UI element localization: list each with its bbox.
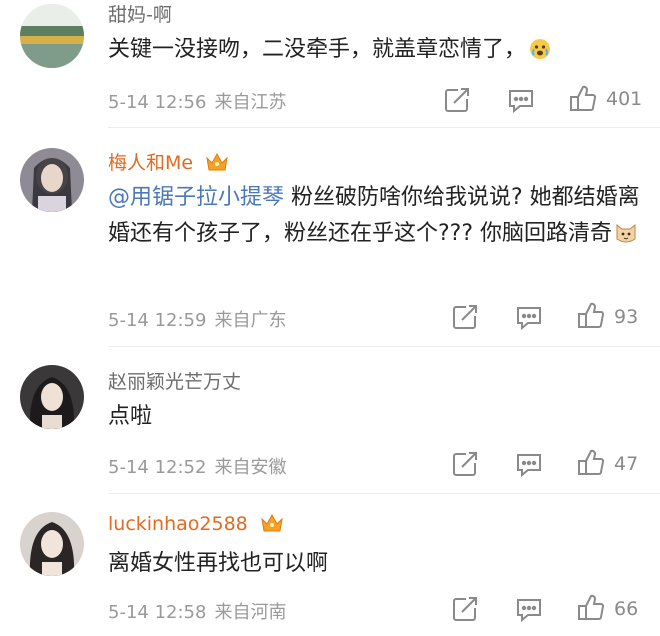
username-text[interactable]: 甜妈-啊 xyxy=(108,4,172,26)
comment-text: @用锯子拉小提琴 粉丝破防啥你给我说说? 她都结婚离婚还有个孩子了，粉丝还在乎这… xyxy=(108,180,648,257)
comment-location: 来自安徽 xyxy=(214,457,287,478)
reply-icon[interactable] xyxy=(506,85,536,115)
username-text[interactable]: 赵丽颖光芒万丈 xyxy=(108,371,241,393)
comment-item: 赵丽颖光芒万丈 点啦 5-14 12:52 来自安徽 47 xyxy=(0,347,660,494)
comment-text: 关键一没接吻，二没牵手，就盖章恋情了， xyxy=(108,32,648,73)
comment-date: 5-14 12:59 xyxy=(108,310,207,331)
comment-text-content: 离婚女性再找也可以啊 xyxy=(108,551,329,576)
like-icon[interactable] xyxy=(568,84,598,114)
comment-item: 梅人和Me @用锯子拉小提琴 粉丝破防啥你给我说说? 她都结婚离婚还有个孩子了，… xyxy=(0,128,660,347)
cat-face-emoji-icon xyxy=(614,221,638,257)
vip-crown-icon xyxy=(260,512,284,539)
like-icon[interactable] xyxy=(576,301,606,331)
comment-meta: 5-14 12:56 来自江苏 xyxy=(108,88,286,114)
like-count: 47 xyxy=(614,453,639,475)
avatar[interactable] xyxy=(20,512,84,576)
reply-icon[interactable] xyxy=(514,594,544,624)
comment-meta: 5-14 12:59 来自广东 xyxy=(108,306,286,332)
mention-link[interactable]: @用锯子拉小提琴 xyxy=(108,185,284,210)
comment-date: 5-14 12:52 xyxy=(108,457,207,478)
reply-icon[interactable] xyxy=(514,449,544,479)
avatar[interactable] xyxy=(20,148,84,212)
comment-text: 点啦 xyxy=(108,399,648,435)
like-icon[interactable] xyxy=(576,448,606,478)
comment-location: 来自江苏 xyxy=(214,92,287,113)
comment-text-content: 关键一没接吻，二没牵手，就盖章恋情了， xyxy=(108,37,527,62)
comment-date: 5-14 12:58 xyxy=(108,602,207,623)
comment-meta: 5-14 12:58 来自河南 xyxy=(108,598,286,624)
avatar[interactable] xyxy=(20,4,84,68)
comment-username[interactable]: 梅人和Me xyxy=(108,148,229,178)
comment-text: 离婚女性再找也可以啊 xyxy=(108,546,648,582)
comment-location: 来自广东 xyxy=(214,310,287,331)
like-icon[interactable] xyxy=(576,593,606,623)
username-text[interactable]: 梅人和Me xyxy=(108,152,193,174)
username-text[interactable]: luckinhao2588 xyxy=(108,513,248,535)
like-count: 93 xyxy=(614,306,639,328)
crying-face-emoji-icon xyxy=(528,37,552,73)
comment-username[interactable]: 甜妈-啊 xyxy=(108,0,172,27)
vip-crown-icon xyxy=(205,151,229,178)
comment-item: luckinhao2588 离婚女性再找也可以啊 5-14 12:58 来自河南 … xyxy=(0,494,660,636)
like-count: 66 xyxy=(614,598,639,620)
share-icon[interactable] xyxy=(450,302,480,332)
comment-location: 来自河南 xyxy=(214,602,287,623)
reply-icon[interactable] xyxy=(514,302,544,332)
share-icon[interactable] xyxy=(450,594,480,624)
comment-username[interactable]: luckinhao2588 xyxy=(108,512,284,539)
comment-date: 5-14 12:56 xyxy=(108,92,207,113)
comment-text-content: 点啦 xyxy=(108,404,153,429)
comment-item: 甜妈-啊 关键一没接吻，二没牵手，就盖章恋情了， 5-14 12:56 来自江苏 xyxy=(0,0,660,128)
comment-username[interactable]: 赵丽颖光芒万丈 xyxy=(108,367,241,394)
like-count: 401 xyxy=(606,88,643,110)
share-icon[interactable] xyxy=(450,449,480,479)
share-icon[interactable] xyxy=(442,85,472,115)
comment-meta: 5-14 12:52 来自安徽 xyxy=(108,453,286,479)
avatar[interactable] xyxy=(20,365,84,429)
